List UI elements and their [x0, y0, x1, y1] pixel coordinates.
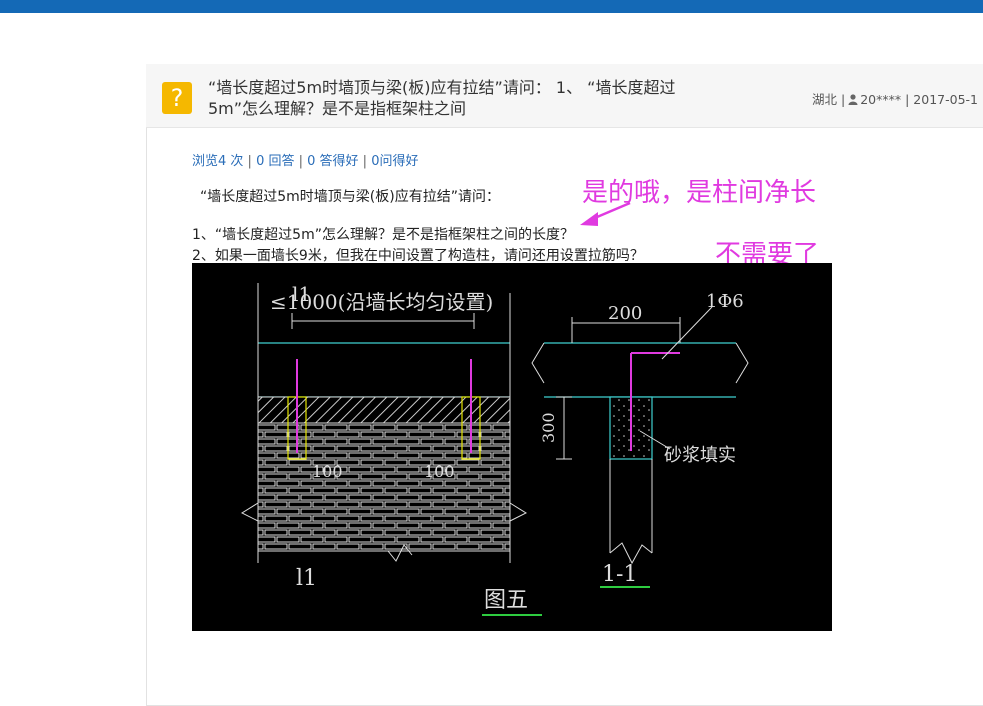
question-stats: 浏览4 次 | 0 回答 | 0 答得好 | 0问得好: [192, 154, 419, 169]
dim-100-right: 100: [424, 462, 455, 481]
user-icon: [848, 94, 858, 105]
good-answers-count[interactable]: 0 答得好: [307, 154, 358, 169]
question-body-q2: 2、如果一面墙长9米，但我在中间设置了构造柱，请问还用设置拉筋吗？: [192, 248, 644, 264]
question-meta: 湖北 | 20**** | 2017-05-1: [812, 92, 978, 107]
annotation-answer1: 是的哦，是柱间净长: [582, 178, 817, 208]
answers-count[interactable]: 0 回答: [256, 154, 294, 169]
question-body-q1: 1、“墙长度超过5m”怎么理解？是不是指框架柱之间的长度？: [192, 227, 574, 243]
top-navigation-bar: [0, 0, 983, 13]
views-count: 浏览4 次: [192, 154, 244, 169]
question-title-line1: “墙长度超过5m时墙顶与梁(板)应有拉结”请问： 1、 “墙长度超过: [208, 78, 676, 97]
section-1-1-label: 1-1: [602, 562, 637, 587]
figure-caption: 图五: [484, 588, 528, 613]
question-body-intro: “墙长度超过5m时墙顶与梁(板)应有拉结”请问：: [200, 189, 500, 205]
label-l1: l1: [292, 282, 311, 306]
question-mark-icon: ?: [162, 82, 192, 114]
section-mark-l1: l1: [296, 566, 317, 591]
question-title-line2: 5m”怎么理解？是不是指框架柱之间: [208, 99, 467, 118]
question-date: 2017-05-1: [913, 92, 978, 107]
mortar-label: 砂浆填实: [664, 445, 736, 466]
dim-300: 300: [539, 412, 558, 443]
dim-200: 200: [608, 303, 642, 324]
construction-drawing: ≤1000(沿墙长均匀设置) l1 100 100 l1 图五 200 1Φ6 …: [192, 263, 832, 631]
user-name[interactable]: 20****: [860, 92, 901, 107]
good-question-count[interactable]: 0问得好: [371, 154, 418, 169]
region-label: 湖北: [812, 92, 838, 107]
rebar-label: 1Φ6: [706, 291, 744, 312]
dim-100-left: 100: [312, 462, 343, 481]
question-title[interactable]: “墙长度超过5m时墙顶与梁(板)应有拉结”请问： 1、 “墙长度超过 5m”怎么…: [208, 77, 768, 119]
